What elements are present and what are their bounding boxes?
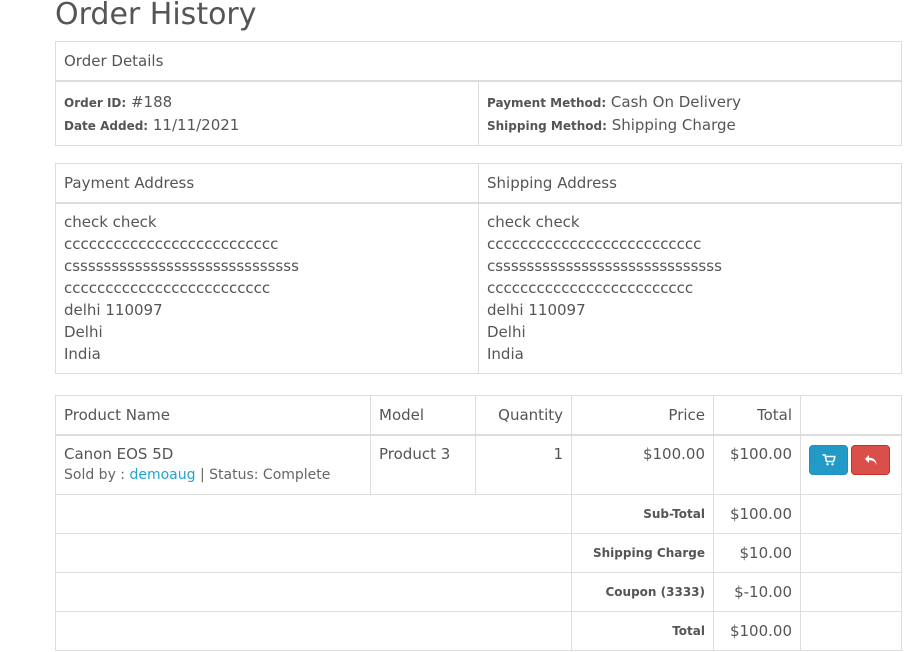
date-added-value: 11/11/2021 [152, 116, 240, 134]
payment-method-label: Payment Method: [487, 96, 607, 110]
payment-address-heading: Payment Address [55, 163, 479, 204]
totals-value: $10.00 [713, 533, 801, 573]
product-price: $100.00 [571, 434, 714, 495]
address-line: delhi 110097 [64, 301, 163, 319]
shipping-method-value: Shipping Charge [611, 116, 736, 134]
shipping-address-heading: Shipping Address [478, 163, 902, 204]
product-actions [800, 434, 902, 495]
totals-value: $100.00 [713, 611, 801, 651]
totals-row: Sub-Total $100.00 [55, 494, 902, 534]
table-row: Canon EOS 5D Sold by : demoaug | Status:… [55, 434, 902, 495]
address-line: cccccccccccccccccccccccccc [487, 235, 702, 253]
col-price: Price [571, 395, 714, 436]
totals-value: $100.00 [713, 494, 801, 534]
order-details-heading: Order Details [55, 41, 902, 82]
product-model: Product 3 [370, 434, 476, 495]
address-line: Delhi [487, 323, 526, 341]
return-button[interactable] [851, 445, 890, 475]
payment-address: check check cccccccccccccccccccccccccc c… [55, 202, 479, 374]
address-line: check check [487, 213, 580, 231]
separator: | [195, 467, 210, 483]
totals-row: Shipping Charge $10.00 [55, 533, 902, 573]
totals-value: $-10.00 [713, 572, 801, 612]
address-line: delhi 110097 [487, 301, 586, 319]
products-table: Product Name Model Quantity Price Total … [55, 395, 902, 651]
seller-link[interactable]: demoaug [129, 467, 195, 483]
totals-label: Coupon (3333) [571, 572, 714, 612]
order-info-cell: Order ID: #188 Date Added: 11/11/2021 [55, 80, 479, 146]
totals-row: Total $100.00 [55, 611, 902, 651]
address-line: csssssssssssssssssssssssssssss [487, 257, 722, 275]
address-line: cccccccccccccccccccccccccc [64, 235, 279, 253]
product-name-cell: Canon EOS 5D Sold by : demoaug | Status:… [55, 434, 371, 495]
col-quantity: Quantity [475, 395, 572, 436]
col-product-name: Product Name [55, 395, 371, 436]
address-line: ccccccccccccccccccccccccc [64, 279, 271, 297]
totals-label: Total [571, 611, 714, 651]
totals-row: Coupon (3333) $-10.00 [55, 572, 902, 612]
cart-icon [822, 454, 835, 466]
col-actions [800, 395, 902, 436]
address-line: check check [64, 213, 157, 231]
address-line: Delhi [64, 323, 103, 341]
totals-label: Shipping Charge [571, 533, 714, 573]
col-total: Total [713, 395, 801, 436]
order-status: Status: Complete [209, 467, 331, 483]
date-added-label: Date Added: [64, 119, 149, 133]
payment-method-value: Cash On Delivery [610, 93, 742, 111]
col-model: Model [370, 395, 476, 436]
order-id-label: Order ID: [64, 96, 127, 110]
page-title: Order History [55, 0, 257, 32]
address-line: India [487, 345, 524, 363]
method-info-cell: Payment Method: Cash On Delivery Shippin… [478, 80, 902, 146]
sold-by-label: Sold by : [64, 467, 130, 483]
address-table: Payment Address Shipping Address check c… [55, 163, 902, 374]
address-line: ccccccccccccccccccccccccc [487, 279, 694, 297]
address-line: India [64, 345, 101, 363]
order-details-table: Order Details Order ID: #188 Date Added:… [55, 41, 902, 146]
reorder-button[interactable] [809, 445, 848, 475]
address-line: csssssssssssssssssssssssssssss [64, 257, 299, 275]
product-quantity: 1 [475, 434, 572, 495]
reply-icon [864, 455, 876, 465]
product-name: Canon EOS 5D [64, 445, 174, 463]
shipping-address: check check cccccccccccccccccccccccccc c… [478, 202, 902, 374]
order-id-value: #188 [130, 93, 173, 111]
totals-label: Sub-Total [571, 494, 714, 534]
product-total: $100.00 [713, 434, 801, 495]
shipping-method-label: Shipping Method: [487, 119, 607, 133]
